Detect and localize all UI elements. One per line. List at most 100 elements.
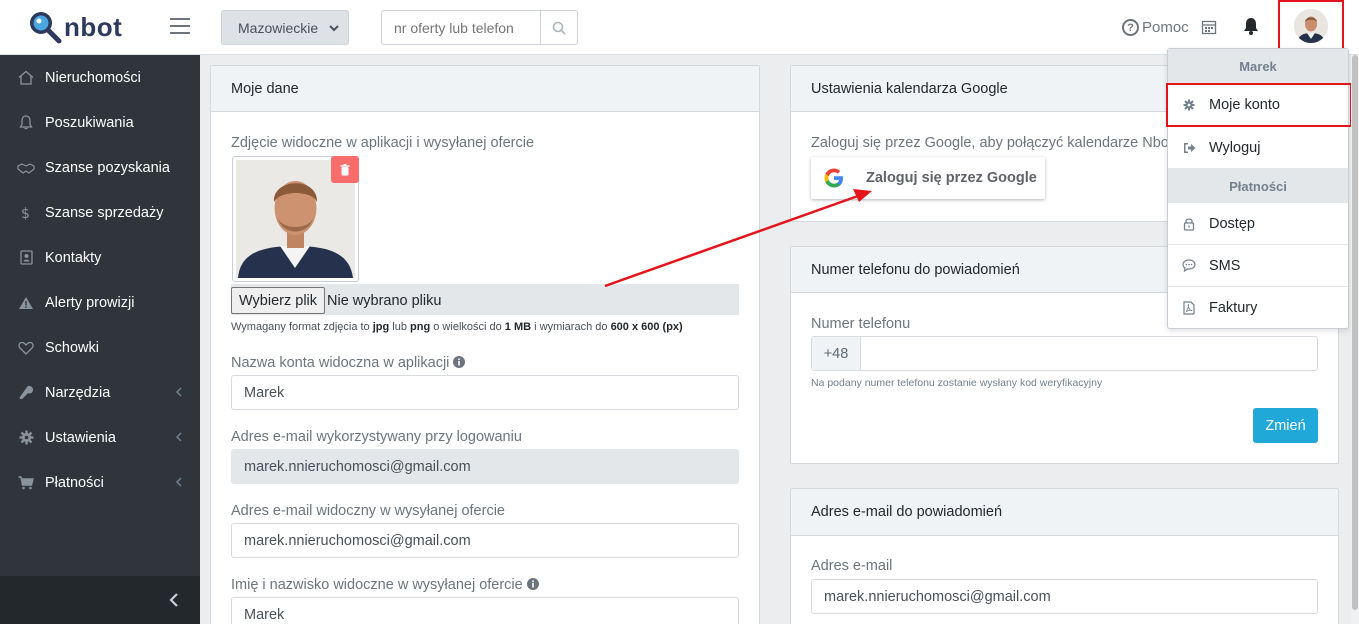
scrollbar-thumb[interactable] [1352,55,1358,610]
sidebar-item-narzedzia[interactable]: Narzędzia [0,370,200,415]
sidebar-item-szanse-sprzedazy[interactable]: $ Szanse sprzedaży [0,190,200,235]
google-login-label: Zaloguj się przez Google [866,170,1037,186]
photo-label: Zdjęcie widoczne w aplikacji i wysyłanej… [231,135,535,151]
notification-email-label: Adres e-mail [811,558,893,574]
sidebar-item-schowki[interactable]: Schowki [0,325,200,370]
sidebar-item-label: Nieruchomości [45,69,141,86]
search-icon [552,21,566,35]
help-label: Pomoc [1142,19,1189,36]
choose-file-button[interactable]: Wybierz plik [231,287,326,314]
contact-card-icon [16,250,36,265]
account-name-field[interactable]: Marek [231,375,739,410]
sidebar-item-kontakty[interactable]: Kontakty [0,235,200,280]
google-login-button[interactable]: Zaloguj się przez Google [811,157,1045,199]
account-name-label: Nazwa konta widoczna w aplikacji [231,355,466,371]
phone-help: Na podany numer telefonu zostanie wysłan… [811,377,1103,389]
my-account-label: Moje konto [1209,97,1280,113]
fullname-field[interactable]: Marek [231,597,739,624]
user-menu-toggle[interactable] [1278,0,1344,52]
file-input[interactable]: Wybierz plik Nie wybrano pliku [231,284,739,315]
trash-icon [340,163,350,175]
card-title: Moje dane [211,66,759,112]
sidebar-item-label: Alerty prowizji [45,294,135,311]
page-scrollbar[interactable] [1351,55,1359,624]
sidebar-item-platnosci[interactable]: Płatności [0,460,200,505]
pdf-file-icon [1181,301,1197,315]
chevron-left-icon [175,432,182,442]
logo-text: nbot [64,11,123,42]
sidebar-item-label: Płatności [45,474,104,491]
sidebar-item-poszukiwania[interactable]: Poszukiwania [0,100,200,145]
invoices-item[interactable]: Faktury [1168,287,1348,329]
bell-icon [16,115,36,130]
sms-item[interactable]: SMS [1168,245,1348,287]
gear-icon [1181,99,1197,111]
sidebar-item-label: Szanse sprzedaży [45,204,164,221]
delete-photo-button[interactable] [331,156,359,183]
sms-label: SMS [1209,257,1241,274]
sidebar-item-label: Poszukiwania [45,114,134,131]
sidebar-item-label: Szanse pozyskania [45,159,170,176]
logout-label: Wyloguj [1209,139,1261,156]
phone-number-input[interactable] [861,337,1317,370]
chevron-left-icon [169,593,178,607]
sidebar-item-szanse-pozyskania[interactable]: Szanse pozyskania [0,145,200,190]
sidebar-item-ustawienia[interactable]: Ustawienia [0,415,200,460]
sidebar-item-label: Kontakty [45,249,102,266]
phone-prefix: +48 [812,337,861,370]
calendar-icon[interactable] [1201,19,1217,38]
google-calendar-description: Zaloguj się przez Google, aby połączyć k… [811,135,1181,151]
phone-input-group: +48 [811,336,1318,371]
sidebar-minimizer[interactable] [0,576,200,624]
region-select[interactable]: Mazowieckie [221,10,349,45]
lock-icon [1181,217,1197,231]
login-email-label: Adres e-mail wykorzystywany przy logowan… [231,429,522,445]
sidebar: Nieruchomości Poszukiwania Szanse pozysk… [0,55,200,624]
offer-email-label: Adres e-mail widoczny w wysyłanej oferci… [231,503,505,519]
login-email-field: marek.nnieruchomosci@gmail.com [231,449,739,484]
access-label: Dostęp [1209,215,1255,232]
chat-bubble-icon [1181,259,1197,272]
logout-item[interactable]: Wyloguj [1168,127,1348,169]
logo[interactable]: nbot [28,10,122,44]
chevron-down-icon [329,25,339,32]
search-box [381,10,578,45]
change-phone-button[interactable]: Zmień [1253,408,1318,443]
access-item[interactable]: Dostęp [1168,203,1348,245]
sidebar-item-nieruchomosci[interactable]: Nieruchomości [0,55,200,100]
invoices-label: Faktury [1209,300,1258,316]
sidebar-item-label: Narzędzia [45,384,111,401]
search-button[interactable] [540,11,577,44]
top-navbar: nbot Mazowieckie ? Pomoc [0,0,1359,55]
sidebar-item-label: Ustawienia [45,429,116,446]
user-dropdown-menu: Marek Moje konto Wyloguj Płatności Dostę… [1166,48,1352,329]
photo-requirements: Wymagany format zdjęcia to jpg lub png o… [231,321,683,333]
handshake-icon [16,162,36,174]
sign-out-icon [1181,142,1197,154]
notifications-bell-icon[interactable] [1243,17,1259,38]
gear-icon [16,430,36,445]
sidebar-item-alerty-prowizji[interactable]: Alerty prowizji [0,280,200,325]
notification-email-field[interactable]: marek.nnieruchomosci@gmail.com [811,579,1318,614]
menu-toggle-icon[interactable] [170,18,190,34]
google-logo-icon [824,168,843,188]
dropdown-payments-header: Płatności [1168,169,1348,203]
offer-email-field[interactable]: marek.nnieruchomosci@gmail.com [231,523,739,558]
dollar-icon: $ [16,205,36,221]
sidebar-item-label: Schowki [45,339,99,356]
info-icon [526,578,539,590]
svg-text:$: $ [21,206,30,221]
phone-label: Numer telefonu [811,316,911,332]
card-title: Adres e-mail do powiadomień [791,489,1338,536]
avatar [1294,9,1328,43]
fullname-label: Imię i nazwisko widoczne w wysyłanej ofe… [231,577,539,593]
chevron-left-icon [175,477,182,487]
my-account-item[interactable]: Moje konto [1166,83,1352,127]
question-icon: ? [1122,19,1139,36]
help-link[interactable]: ? Pomoc [1122,19,1189,36]
warning-icon [16,296,36,310]
wrench-icon [16,385,36,400]
region-value: Mazowieckie [238,19,319,36]
search-input[interactable] [382,11,540,44]
heart-icon [16,341,36,355]
